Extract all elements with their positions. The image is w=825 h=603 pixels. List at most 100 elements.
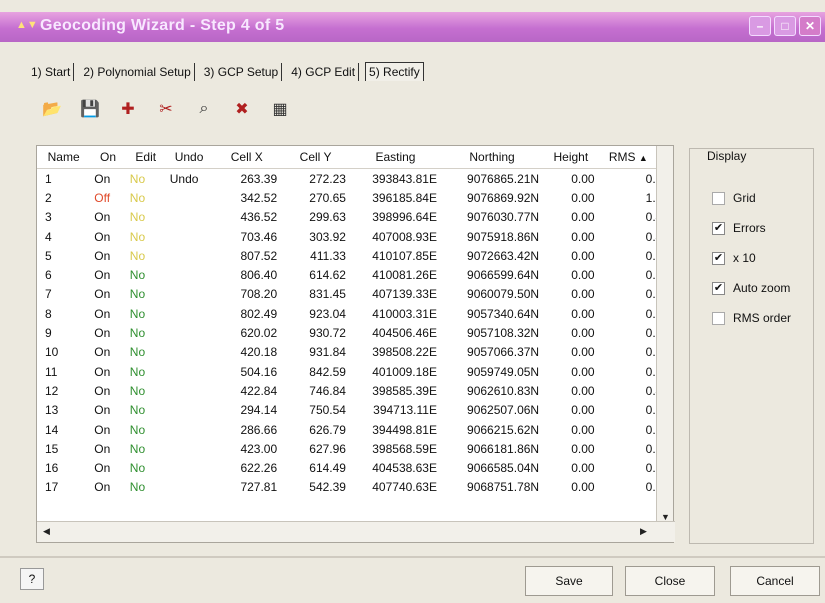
cell-cell-y: 931.84 <box>309 345 346 360</box>
errors-checkbox[interactable]: ✔ Errors <box>712 221 766 235</box>
cell-cell-x: 504.16 <box>240 364 278 379</box>
tab-gcp-setup[interactable]: 3) GCP Setup <box>201 62 283 81</box>
table-row[interactable]: 3 On No 436.52 299.63 398996.64E 9076030.77N 0.… <box>37 208 673 227</box>
cell-name: 17 <box>45 480 59 495</box>
table-row[interactable]: 2 Off No 342.52 270.65 396185.84E 9076869.92N 0… <box>37 188 673 207</box>
cell-name: 16 <box>45 461 59 476</box>
table-row[interactable]: 8 On No 802.49 923.04 410003.31E 9057340.64N 0.… <box>37 304 673 323</box>
cell-undo <box>166 420 213 439</box>
cell-undo <box>166 285 213 304</box>
scroll-left-icon[interactable]: ◀ <box>39 524 54 539</box>
close-icon[interactable]: ✕ <box>799 16 821 36</box>
checkbox-box[interactable] <box>712 191 725 205</box>
find-gcp-icon[interactable]: ⌕ <box>192 97 216 121</box>
title-bar[interactable]: ▲▼ Geocoding Wizard - Step 4 of 5 – □ ✕ <box>0 12 825 42</box>
cell-northing: 9076869.92N <box>467 190 540 205</box>
checkbox-checked-icon[interactable]: ✔ <box>712 221 725 235</box>
help-icon[interactable]: ? <box>20 568 44 590</box>
open-icon[interactable]: 📂 <box>40 97 64 121</box>
table-row[interactable]: 14 On No 286.66 626.79 394498.81E 9066215.62N 0… <box>37 420 673 439</box>
cell-easting: 410003.31E <box>372 306 437 321</box>
checkbox-checked-icon[interactable]: ✔ <box>712 281 725 295</box>
cell-easting: 398508.22E <box>372 345 437 360</box>
col-northing[interactable]: Northing <box>440 146 544 169</box>
save-button[interactable]: Save <box>525 566 613 596</box>
tab-start[interactable]: 1) Start <box>28 62 75 81</box>
col-undo[interactable]: Undo <box>165 146 213 169</box>
tab-gcp-edit[interactable]: 4) GCP Edit <box>288 62 360 81</box>
rms-order-checkbox[interactable]: RMS order <box>712 311 791 325</box>
geocoding-wizard-window: ▲▼ Geocoding Wizard - Step 4 of 5 – □ ✕ … <box>0 0 825 603</box>
tab-polynomial-setup[interactable]: 2) Polynomial Setup <box>80 62 195 81</box>
table-row[interactable]: 4 On No 703.46 303.92 407008.93E 9075918.86N 0.… <box>37 227 673 246</box>
cell-height: 0.00 <box>571 461 595 476</box>
cell-edit: No <box>129 306 146 321</box>
cell-undo <box>166 304 213 323</box>
table-row[interactable]: 15 On No 423.00 627.96 398568.59E 9066181.86N 0… <box>37 439 673 458</box>
scroll-right-icon[interactable]: ▶ <box>636 524 651 539</box>
table-row[interactable]: 11 On No 504.16 842.59 401009.18E 9059749.05N 0… <box>37 362 673 381</box>
col-edit[interactable]: Edit <box>125 146 166 169</box>
table-row[interactable]: 10 On No 420.18 931.84 398508.22E 9057066.37N 0… <box>37 343 673 362</box>
col-on[interactable]: On <box>90 146 126 169</box>
cell-cell-x: 802.49 <box>240 306 278 321</box>
cell-edit: No <box>129 403 146 418</box>
vertical-scrollbar[interactable]: ▼ <box>656 146 673 524</box>
cell-easting: 398585.39E <box>372 383 437 398</box>
cell-on: On <box>94 287 111 302</box>
maximize-icon[interactable]: □ <box>774 16 796 36</box>
table-row[interactable]: 9 On No 620.02 930.72 404506.46E 9057108.32N 0.… <box>37 323 673 342</box>
x10-checkbox[interactable]: ✔ x 10 <box>712 251 756 265</box>
cell-cell-x: 342.52 <box>240 190 278 205</box>
cell-northing: 9057108.32N <box>467 326 540 341</box>
cell-cell-x: 622.26 <box>240 461 278 476</box>
table-row[interactable]: 13 On No 294.14 750.54 394713.11E 9062507.06N 0… <box>37 401 673 420</box>
cell-on: On <box>94 229 111 244</box>
col-easting[interactable]: Easting <box>349 146 441 169</box>
save-icon[interactable]: 💾 <box>78 97 102 121</box>
cell-easting: 410081.26E <box>372 268 437 283</box>
cell-on: On <box>94 364 111 379</box>
col-cell-x[interactable]: Cell X <box>212 146 282 169</box>
col-height[interactable]: Height <box>543 146 599 169</box>
cell-easting: 394713.11E <box>373 403 437 418</box>
table-row[interactable]: 1 On No Undo 263.39 272.23 393843.81E 9076865.2… <box>37 169 673 189</box>
cell-height: 0.00 <box>571 364 595 379</box>
add-gcp-icon[interactable]: ✚ <box>116 97 140 121</box>
table-row[interactable]: 5 On No 807.52 411.33 410107.85E 9072663.42N 0.… <box>37 246 673 265</box>
cell-cell-y: 270.65 <box>309 190 346 205</box>
cell-cell-x: 286.66 <box>240 422 278 437</box>
toolbar: 📂 💾 ✚ ✂ ⌕ ✖ ▦ <box>40 97 292 121</box>
table-row[interactable]: 16 On No 622.26 614.49 404538.63E 9066585.04N 0… <box>37 458 673 477</box>
table-row[interactable]: 7 On No 708.20 831.45 407139.33E 9060079.50N 0.… <box>37 285 673 304</box>
table-row[interactable]: 17 On No 727.81 542.39 407740.63E 9068751.78N 0… <box>37 478 673 497</box>
table-icon[interactable]: ▦ <box>268 97 292 121</box>
auto-zoom-checkbox[interactable]: ✔ Auto zoom <box>712 281 790 295</box>
gcp-table[interactable]: Name On Edit Undo Cell X Cell Y Easting … <box>36 145 675 543</box>
cell-on: Off <box>94 190 111 205</box>
cell-height: 0.00 <box>571 422 595 437</box>
col-cell-y[interactable]: Cell Y <box>281 146 350 169</box>
cell-cell-x: 294.14 <box>240 403 278 418</box>
cancel-button[interactable]: Cancel <box>730 566 820 596</box>
cell-northing: 9066585.04N <box>467 461 540 476</box>
col-name[interactable]: Name <box>37 146 91 169</box>
horizontal-scrollbar[interactable]: ◀ ▶ <box>37 521 675 542</box>
delete-gcp-icon[interactable]: ✂ <box>154 97 178 121</box>
cell-undo <box>166 246 213 265</box>
table-row[interactable]: 6 On No 806.40 614.62 410081.26E 9066599.64N 0.… <box>37 265 673 284</box>
close-button[interactable]: Close <box>625 566 715 596</box>
grid-label: Grid <box>733 191 756 205</box>
checkbox-box[interactable] <box>712 311 725 325</box>
cell-undo <box>166 188 213 207</box>
cell-name: 12 <box>45 383 59 398</box>
tab-rectify[interactable]: 5) Rectify <box>365 62 424 81</box>
minimize-icon[interactable]: – <box>749 16 771 36</box>
delete-all-icon[interactable]: ✖ <box>230 97 254 121</box>
cell-cell-x: 806.40 <box>240 268 278 283</box>
cell-cell-y: 831.45 <box>309 287 346 302</box>
cell-northing: 9057340.64N <box>467 306 540 321</box>
checkbox-checked-icon[interactable]: ✔ <box>712 251 725 265</box>
table-row[interactable]: 12 On No 422.84 746.84 398585.39E 9062610.83N 0… <box>37 381 673 400</box>
grid-checkbox[interactable]: Grid <box>712 191 756 205</box>
